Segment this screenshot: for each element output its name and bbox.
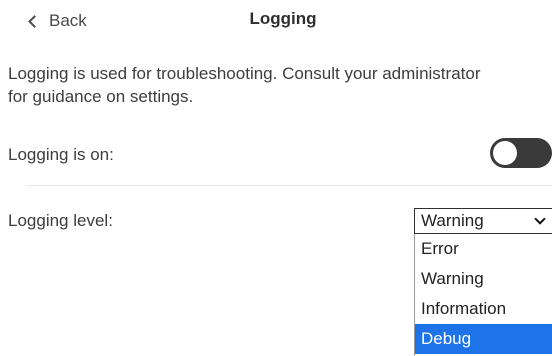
- logging-level-label: Logging level:: [8, 211, 113, 230]
- logging-toggle-label: Logging is on:: [8, 145, 114, 164]
- logging-settings-page: Back Logging Logging is used for trouble…: [0, 0, 552, 356]
- logging-level-dropdown: Error Warning Information Debug: [414, 234, 552, 356]
- option-information[interactable]: Information: [415, 294, 552, 324]
- chevron-down-icon: [534, 213, 546, 225]
- logging-level-select[interactable]: Warning: [414, 208, 552, 234]
- option-debug[interactable]: Debug: [415, 324, 552, 354]
- select-value: Warning: [421, 211, 484, 230]
- divider: [27, 185, 552, 186]
- page-title: Logging: [249, 9, 317, 28]
- option-error[interactable]: Error: [415, 234, 552, 264]
- logging-toggle[interactable]: [490, 138, 552, 168]
- toggle-knob: [493, 141, 517, 165]
- description-text: Logging is used for troubleshooting. Con…: [8, 64, 481, 106]
- option-warning[interactable]: Warning: [415, 264, 552, 294]
